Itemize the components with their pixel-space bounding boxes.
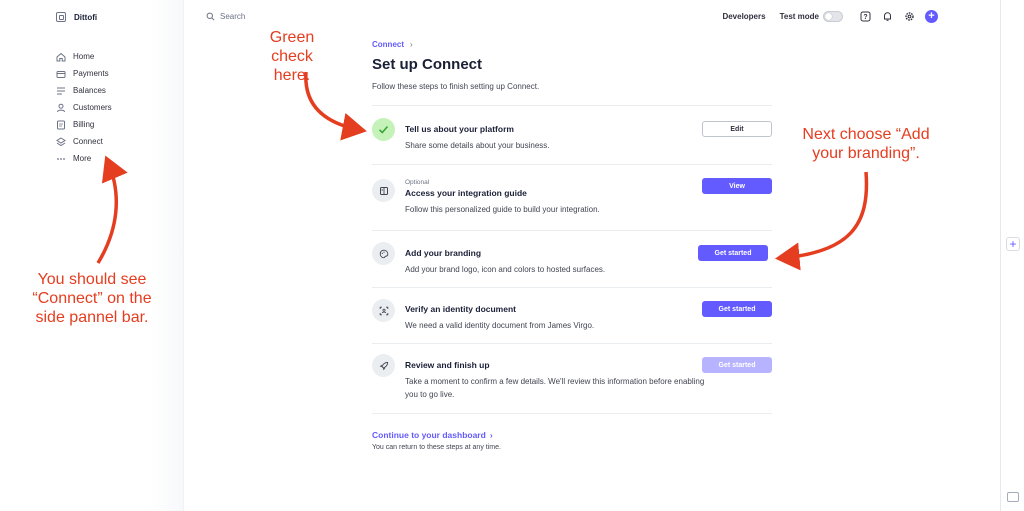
step-title: Review and finish up xyxy=(405,360,490,370)
layers-icon xyxy=(56,136,66,146)
view-button[interactable]: View xyxy=(702,178,772,194)
plus-icon: + xyxy=(1009,237,1017,251)
sidebar-item-customers[interactable]: Customers xyxy=(56,99,112,116)
sidebar-item-payments[interactable]: Payments xyxy=(56,65,112,82)
more-icon xyxy=(57,157,65,160)
sidebar-item-label: Billing xyxy=(73,120,95,129)
step-badge xyxy=(372,179,395,202)
edit-button[interactable]: Edit xyxy=(702,121,772,137)
sidebar-item-billing[interactable]: Billing xyxy=(56,116,112,133)
setup-steps: Tell us about your platform Share some d… xyxy=(372,105,772,414)
user-icon xyxy=(57,103,65,112)
step-title: Add your branding xyxy=(405,248,482,258)
wallet-icon xyxy=(56,70,66,78)
billing-icon xyxy=(57,120,65,129)
breadcrumb-connect[interactable]: Connect xyxy=(372,40,404,49)
optional-label: Optional xyxy=(405,179,430,186)
step-text: Tell us about your platform Share some d… xyxy=(405,124,705,152)
arrow-to-branding xyxy=(775,171,869,271)
help-button[interactable]: ? xyxy=(859,11,871,23)
review-get-started-button: Get started xyxy=(702,357,772,373)
step-branding: Add your branding Add your brand logo, i… xyxy=(372,231,772,288)
sidebar-item-more[interactable]: More xyxy=(56,150,112,167)
page-subtitle: Follow these steps to finish setting up … xyxy=(372,82,540,91)
continue-label: Continue to your dashboard xyxy=(372,430,486,440)
search-placeholder: Search xyxy=(220,12,246,21)
sidebar-item-connect[interactable]: Connect xyxy=(56,133,112,150)
sidebar-item-label: Connect xyxy=(73,137,103,146)
step-platform: Tell us about your platform Share some d… xyxy=(372,106,772,165)
step-text: Add your branding Add your brand logo, i… xyxy=(405,248,705,276)
sidebar-item-balances[interactable]: Balances xyxy=(56,82,112,99)
add-panel-button[interactable]: + xyxy=(1006,237,1020,251)
step-desc: We need a valid identity document from J… xyxy=(405,321,595,330)
step-title: Verify an identity document xyxy=(405,304,516,314)
sidebar-nav: Home Payments Balances Customers Billing… xyxy=(56,48,112,167)
search-icon xyxy=(206,12,215,21)
sidebar-item-label: More xyxy=(73,154,92,163)
top-actions: Developers Test mode ? + xyxy=(722,10,938,23)
identity-get-started-button[interactable]: Get started xyxy=(702,301,772,317)
panel-toggle-icon[interactable] xyxy=(1007,492,1019,502)
sidebar-item-label: Customers xyxy=(73,103,112,112)
breadcrumb: Connect › xyxy=(372,40,772,49)
step-desc: Add your brand logo, icon and colors to … xyxy=(405,265,606,274)
step-integration-guide: Optional Access your integration guide F… xyxy=(372,165,772,231)
step-badge xyxy=(372,299,395,322)
account-switcher[interactable]: Dittofi xyxy=(56,12,97,22)
step-desc: Take a moment to confirm a few details. … xyxy=(405,377,705,399)
step-review: Review and finish up Take a moment to co… xyxy=(372,344,772,414)
home-icon xyxy=(56,52,66,61)
annotation-branding-note: Next choose “Add your branding”. xyxy=(802,126,930,162)
branding-get-started-button[interactable]: Get started xyxy=(698,245,768,261)
plus-icon: + xyxy=(928,10,935,22)
step-badge xyxy=(372,354,395,377)
step-badge xyxy=(372,242,395,265)
chevron-right-icon: › xyxy=(489,430,493,440)
chevron-right-icon: › xyxy=(410,40,413,49)
test-mode-label: Test mode xyxy=(779,12,819,21)
step-desc: Follow this personalized guide to build … xyxy=(405,205,600,214)
continue-dashboard-link[interactable]: Continue to your dashboard › xyxy=(372,430,772,440)
step-title: Access your integration guide xyxy=(405,188,527,198)
step-identity: Verify an identity document We need a va… xyxy=(372,288,772,344)
rocket-icon xyxy=(379,361,388,370)
annotation-sidebar-note: You should see “Connect” on the side pan… xyxy=(32,271,152,326)
create-button[interactable]: + xyxy=(925,10,938,23)
continue-hint: You can return to these steps at any tim… xyxy=(372,444,501,451)
developers-link[interactable]: Developers xyxy=(722,12,765,21)
palette-icon xyxy=(379,249,388,258)
settings-button[interactable] xyxy=(903,11,915,23)
account-name: Dittofi xyxy=(74,12,98,22)
sidebar-item-label: Home xyxy=(73,52,95,61)
sidebar-item-label: Payments xyxy=(73,69,109,78)
page-title: Set up Connect xyxy=(372,56,483,73)
main-content: Connect › Set up Connect Follow these st… xyxy=(372,40,772,451)
search-input[interactable]: Search xyxy=(206,12,245,21)
account-logo-icon xyxy=(56,12,66,22)
annotation-green-check: Green check here. xyxy=(269,29,315,84)
book-icon xyxy=(379,186,388,195)
step-text: Review and finish up Take a moment to co… xyxy=(405,360,705,401)
sidebar-item-home[interactable]: Home xyxy=(56,48,112,65)
step-text: Verify an identity document We need a va… xyxy=(405,304,705,332)
step-text: Optional Access your integration guide F… xyxy=(405,179,705,216)
balances-icon xyxy=(57,87,65,94)
check-icon xyxy=(378,125,389,134)
bell-icon xyxy=(883,12,891,21)
test-mode-toggle[interactable] xyxy=(823,11,843,22)
help-icon: ? xyxy=(860,11,870,22)
notifications-button[interactable] xyxy=(881,11,893,23)
gear-icon xyxy=(904,12,914,21)
svg-text:?: ? xyxy=(863,14,867,21)
step-desc: Share some details about your business. xyxy=(405,141,550,150)
right-rail: + xyxy=(1000,0,1024,511)
id-scan-icon xyxy=(379,306,388,315)
sidebar: Dittofi Home Payments Balances Customers… xyxy=(0,0,184,511)
step-badge xyxy=(372,118,395,141)
sidebar-item-label: Balances xyxy=(73,86,106,95)
step-title: Tell us about your platform xyxy=(405,124,514,134)
